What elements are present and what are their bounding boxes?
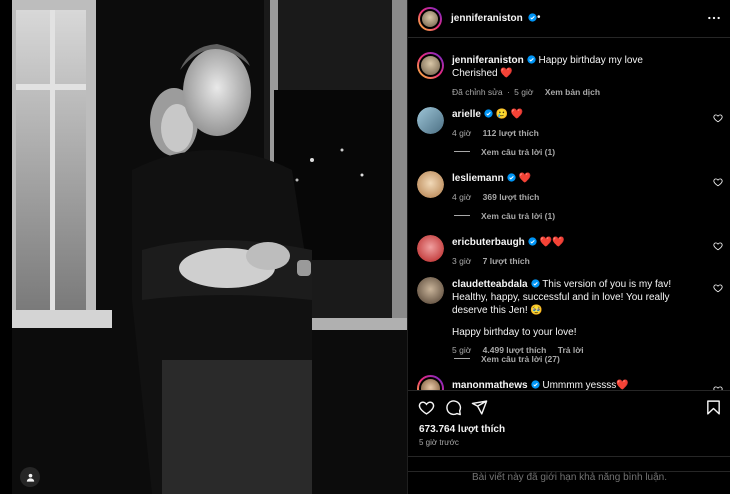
comment-time: 4 giờ <box>452 128 472 138</box>
comment-body: ericbuterbaugh ❤️❤️ 3 giờ 7 lượt thích <box>452 236 707 268</box>
author-avatar[interactable] <box>418 7 442 31</box>
verified-badge-icon <box>530 279 540 288</box>
post-photo-illustration <box>12 0 407 494</box>
post-like-count[interactable]: 673.764 lượt thích <box>419 424 505 435</box>
comment-text-line2: Happy birthday to your love! <box>452 327 577 338</box>
post-header: jenniferaniston • <box>408 0 730 38</box>
more-horizontal-icon[interactable] <box>707 11 721 25</box>
comment-like-heart-icon[interactable] <box>713 283 723 293</box>
post-time-ago[interactable]: 5 giờ trước <box>419 438 459 447</box>
bookmark-icon[interactable] <box>705 399 722 416</box>
replies-line <box>454 151 470 152</box>
commenter-avatar[interactable] <box>417 235 444 262</box>
comment-like-heart-icon[interactable] <box>713 113 723 123</box>
verified-badge-icon <box>484 109 493 118</box>
comment-like-heart-icon[interactable] <box>713 177 723 187</box>
view-replies-label[interactable]: Xem câu trả lời (1) <box>481 147 555 157</box>
comments-list[interactable]: jenniferaniston Happy birthday my love C… <box>408 38 730 390</box>
reply-button[interactable]: Trả lời <box>558 345 584 355</box>
comment-text: ❤️ <box>518 173 531 184</box>
comment-like-heart-icon[interactable] <box>713 241 723 251</box>
header-dot-separator: • <box>537 12 541 23</box>
replies-line <box>454 215 470 216</box>
comment-body: lesliemann ❤️ 4 giờ 369 lượt thích <box>452 172 707 204</box>
caption-body: jenniferaniston Happy birthday my love C… <box>452 54 707 99</box>
comment-body: arielle 🥲 ❤️ 4 giờ 112 lượt thích <box>452 108 707 140</box>
comment-icon[interactable] <box>445 399 462 416</box>
comment-like-count[interactable]: 112 lượt thích <box>483 128 539 138</box>
caption-text-line1: Happy birthday my love <box>538 55 643 66</box>
comment-text: 🥲 ❤️ <box>495 109 524 120</box>
share-icon[interactable] <box>471 399 488 416</box>
commenter-username[interactable]: ericbuterbaugh <box>452 237 525 248</box>
comment-body: manonmathews Ummmm yessss❤️ <box>452 379 707 390</box>
verified-badge-icon <box>507 173 516 182</box>
caption-meta: Đã chỉnh sửa · 5 giờ Xem bản dịch <box>452 86 707 99</box>
comments-limited-notice: Bài viết này đã giới hạn khả năng bình l… <box>408 471 730 483</box>
commenter-username[interactable]: lesliemann <box>452 173 504 184</box>
author-username[interactable]: jenniferaniston <box>451 13 538 24</box>
comment-meta: 4 giờ 369 lượt thích <box>452 191 707 204</box>
caption-text-line2: Cherished ❤️ <box>452 68 513 79</box>
verified-badge-icon <box>530 380 540 389</box>
commenter-avatar[interactable] <box>417 375 444 390</box>
see-translation-link[interactable]: Xem bản dịch <box>545 87 600 97</box>
comment-time: 4 giờ <box>452 192 472 202</box>
commenter-avatar[interactable] <box>417 107 444 134</box>
comment-text: ❤️❤️ <box>539 237 565 248</box>
user-tag-icon <box>26 473 34 482</box>
comments-divider <box>408 456 730 457</box>
view-replies-button[interactable]: Xem câu trả lời (1) <box>454 211 555 221</box>
commenter-username[interactable]: manonmathews <box>452 380 528 390</box>
comment-like-count[interactable]: 7 lượt thích <box>483 256 530 266</box>
comment-like-count[interactable]: 369 lượt thích <box>483 192 540 202</box>
commenter-username[interactable]: claudetteabdala <box>452 279 528 290</box>
caption-meta-separator: · <box>506 87 510 97</box>
comment-time: 3 giờ <box>452 256 472 266</box>
post-media <box>0 0 407 494</box>
view-replies-label[interactable]: Xem câu trả lời (1) <box>481 211 555 221</box>
comment-meta: 3 giờ 7 lượt thích <box>452 255 707 268</box>
tag-user-button[interactable] <box>20 467 40 487</box>
commenter-username[interactable]: arielle <box>452 109 481 120</box>
caption-username[interactable]: jenniferaniston <box>452 55 524 66</box>
verified-badge-icon <box>527 55 536 64</box>
author-username-text[interactable]: jenniferaniston <box>451 13 523 24</box>
post-photo[interactable] <box>12 0 407 494</box>
comment-text: Ummmm yessss❤️ <box>542 380 629 390</box>
comment-meta: 4 giờ 112 lượt thích <box>452 127 707 140</box>
heart-icon[interactable] <box>418 399 435 416</box>
verified-badge-icon <box>528 237 537 246</box>
post-side-panel: jenniferaniston • jenniferaniston Happy … <box>407 0 730 494</box>
caption-edited-label: Đã chỉnh sửa <box>452 87 503 97</box>
view-replies-button[interactable]: Xem câu trả lời (1) <box>454 147 555 157</box>
view-replies-label[interactable]: Xem câu trả lời (27) <box>481 354 560 364</box>
caption-time: 5 giờ <box>514 87 534 97</box>
caption-avatar[interactable] <box>417 52 444 79</box>
commenter-avatar[interactable] <box>417 171 444 198</box>
commenter-avatar[interactable] <box>417 277 444 304</box>
comment-body: claudetteabdala This version of you is m… <box>452 278 707 357</box>
replies-line <box>454 358 470 359</box>
view-replies-button[interactable]: Xem câu trả lời (27) <box>454 354 560 364</box>
